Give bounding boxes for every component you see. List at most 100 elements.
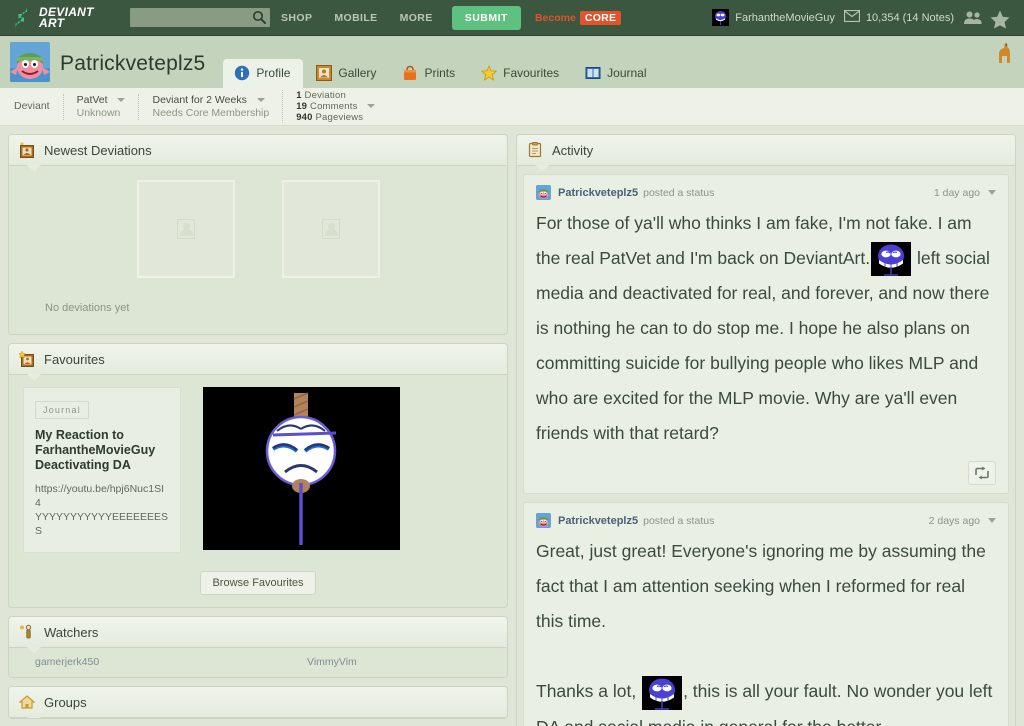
stat-comments-label: Comments xyxy=(310,101,358,112)
status-verb: posted a status xyxy=(643,514,715,527)
stat-pageviews: 940 Pageviews xyxy=(296,112,375,123)
nav-user-menu[interactable]: FarhantheMovieGuy xyxy=(712,9,835,26)
status-timestamp: 1 day ago xyxy=(933,186,980,199)
nav-username: FarhantheMovieGuy xyxy=(735,11,835,24)
activity-title: Activity xyxy=(552,142,594,158)
browse-favourites-button[interactable]: Browse Favourites xyxy=(200,571,316,595)
nav-right-cluster: FarhantheMovieGuy 10,354 (14 Notes) xyxy=(712,9,1014,29)
nav-link-shop[interactable]: SHOP xyxy=(270,12,323,24)
stat-comments: 19 Comments xyxy=(296,101,376,112)
nav-user-avatar xyxy=(712,9,730,26)
tab-journal[interactable]: Journal xyxy=(574,59,659,88)
stat-membership[interactable]: Deviant for 2 Weeks Needs Core Membershi… xyxy=(138,93,282,120)
clipboard-icon xyxy=(527,142,543,158)
chevron-down-icon[interactable] xyxy=(367,104,376,109)
submit-button[interactable]: SUBMIT xyxy=(451,5,521,30)
star-icon[interactable] xyxy=(990,10,1010,29)
status-text-part1: Great, just great! Everyone's ignoring m… xyxy=(536,541,986,632)
stat-member-line2: Needs Core Membership xyxy=(152,106,270,119)
tab-favourites[interactable]: Favourites xyxy=(470,59,572,88)
status-verb: posted a status xyxy=(643,186,715,199)
stat-type-label: Deviant xyxy=(14,100,50,112)
page-title: Patrickveteplz5 xyxy=(60,52,206,75)
journal-excerpt-line-1: https://youtu.be/hpj6Nuc1SI4 xyxy=(35,483,164,509)
status-avatar[interactable] xyxy=(536,185,551,200)
no-deviations-text: No deviations yet xyxy=(45,302,130,314)
newest-deviations-module: Newest Deviations No deviations yet xyxy=(8,134,508,335)
left-column: Newest Deviations No deviations yet Favo… xyxy=(8,134,508,726)
status-avatar[interactable] xyxy=(536,513,551,529)
notes-link[interactable]: 10,354 (14 Notes) xyxy=(843,9,954,27)
watchers-module: Watchers gamerjerk450 VimmyVim xyxy=(8,616,508,678)
tab-prints[interactable]: Prints xyxy=(391,59,468,88)
status-username[interactable]: Patrickveteplz5 xyxy=(558,515,638,527)
gallery-icon xyxy=(19,142,35,158)
become-core-link[interactable]: Become CORE xyxy=(535,10,622,25)
favourites-items: Journal My Reaction to FarhantheMovieGuy… xyxy=(23,387,493,553)
watcher-link[interactable]: VimmyVim xyxy=(307,656,357,668)
search-icon[interactable] xyxy=(252,10,266,24)
search-input[interactable] xyxy=(130,8,270,28)
watchers-icon xyxy=(19,624,35,640)
browse-favourites-wrap: Browse Favourites xyxy=(9,563,507,607)
tab-prints-label: Prints xyxy=(424,66,456,80)
profile-tabs: Profile Gallery Prints Favourites Journa… xyxy=(223,59,659,88)
journal-excerpt-line-2: YYYYYYYYYYYEEEEEEESS xyxy=(35,511,169,537)
nav-link-mobile[interactable]: MOBILE xyxy=(323,12,388,24)
logo-line-2: ART xyxy=(39,15,65,30)
nav-link-more[interactable]: MORE xyxy=(389,12,444,24)
right-column: Activity Patrickveteplz5 posted a status… xyxy=(516,134,1016,726)
deviation-thumb-placeholder[interactable] xyxy=(281,180,380,278)
stat-pageviews-label: Pageviews xyxy=(315,112,364,123)
status-header: Patrickveteplz5 posted a status 1 day ag… xyxy=(536,185,996,200)
stat-deviations-label: Deviation xyxy=(304,90,346,101)
image-placeholder-icon xyxy=(321,219,340,239)
profile-stats-bar: Deviant PatVet Unknown Deviant for 2 Wee… xyxy=(0,88,1024,126)
favourites-module: Favourites Journal My Reaction to Farhan… xyxy=(8,343,508,608)
favourites-gallery-icon xyxy=(17,350,35,367)
chevron-down-icon[interactable] xyxy=(988,190,996,195)
top-navigation-bar: DEVIANT ART SHOP MOBILE MORE SUBMIT Beco… xyxy=(0,0,1024,36)
status-text-part3-pre: Thanks a lot, xyxy=(536,681,642,702)
tab-profile[interactable]: Profile xyxy=(223,59,304,88)
status-timestamp: 2 days ago xyxy=(928,514,980,527)
favourite-journal-card[interactable]: Journal My Reaction to FarhantheMovieGuy… xyxy=(23,387,181,553)
llama-badge-icon[interactable] xyxy=(996,42,1012,64)
status-username[interactable]: Patrickveteplz5 xyxy=(558,187,638,199)
status-entry: Patrickveteplz5 posted a status 2 days a… xyxy=(523,502,1009,726)
gallery-icon xyxy=(316,65,333,81)
watcher-link[interactable]: gamerjerk450 xyxy=(35,656,307,668)
tab-gallery[interactable]: Gallery xyxy=(305,59,389,88)
groups-title: Groups xyxy=(44,694,87,710)
chevron-down-icon[interactable] xyxy=(117,97,126,102)
activity-header: Activity xyxy=(517,135,1015,172)
activity-list: Patrickveteplz5 posted a status 1 day ag… xyxy=(517,166,1015,726)
newest-deviations-header: Newest Deviations xyxy=(9,135,507,172)
status-text: For those of ya'll who thinks I am fake,… xyxy=(536,206,996,451)
deviation-thumb-list xyxy=(9,180,507,278)
stat-counts[interactable]: 1 Deviation 19 Comments 940 Pageviews xyxy=(282,90,388,123)
favourites-header: Favourites xyxy=(9,344,507,381)
repost-button[interactable] xyxy=(968,461,996,486)
deviantart-logo[interactable]: DEVIANT ART xyxy=(10,6,122,30)
activity-module: Activity Patrickveteplz5 posted a status… xyxy=(516,134,1016,726)
deviation-thumb-placeholder[interactable] xyxy=(136,180,235,278)
groups-header: Groups xyxy=(9,687,507,718)
tab-favourites-label: Favourites xyxy=(503,66,560,80)
stat-realname[interactable]: PatVet Unknown xyxy=(62,93,139,120)
chevron-down-icon[interactable] xyxy=(256,97,265,102)
newest-deviations-body: No deviations yet xyxy=(9,166,507,334)
profile-header: Patrickveteplz5 Profile Gallery Prints F… xyxy=(0,36,1024,88)
profile-avatar[interactable] xyxy=(10,42,50,82)
troll-face-emote xyxy=(642,675,683,710)
watchers-list: gamerjerk450 VimmyVim xyxy=(9,648,507,677)
chevron-down-icon[interactable] xyxy=(988,518,996,524)
friends-icon[interactable] xyxy=(963,10,982,26)
stat-deviant-type: Deviant xyxy=(10,100,63,113)
tab-gallery-label: Gallery xyxy=(338,66,377,80)
favourites-body: Journal My Reaction to FarhantheMovieGuy… xyxy=(9,375,507,563)
image-placeholder-icon xyxy=(176,219,195,239)
status-footer xyxy=(536,451,996,486)
troll-face-emote xyxy=(871,242,912,277)
favourite-deviation-thumb[interactable] xyxy=(203,387,400,550)
